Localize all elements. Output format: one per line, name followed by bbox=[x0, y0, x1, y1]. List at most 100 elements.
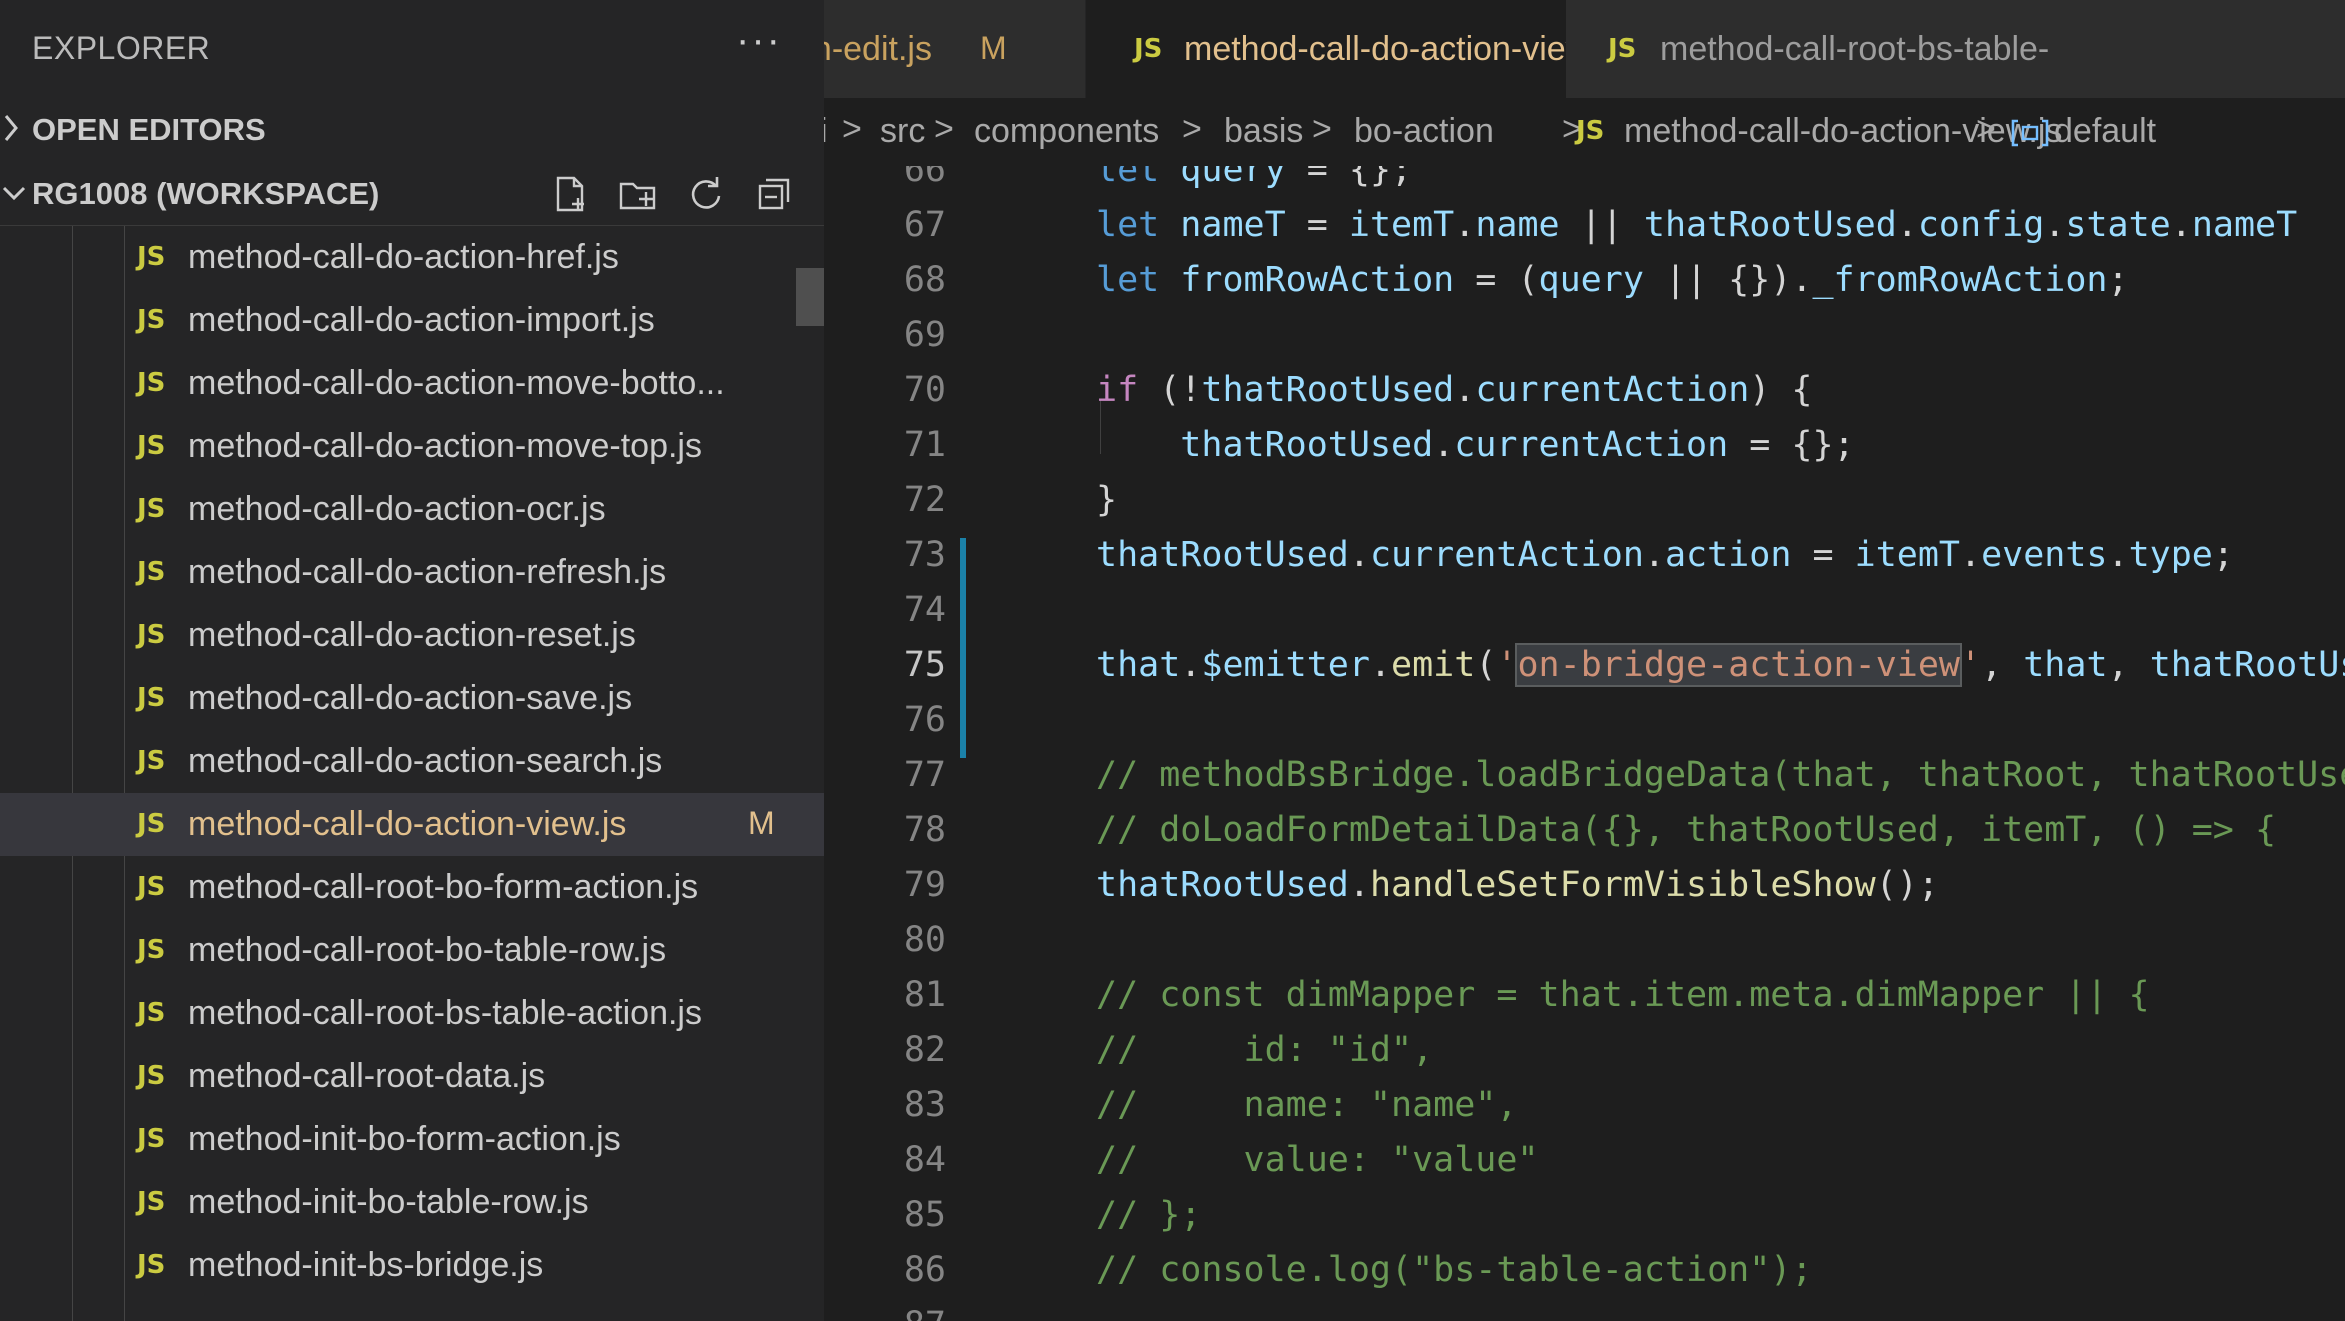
file-name: method-call-do-action-search.js bbox=[188, 742, 663, 780]
breadcrumb-separator: > bbox=[842, 110, 862, 148]
code-text: } bbox=[1096, 480, 1117, 520]
js-file-icon: JS bbox=[137, 746, 166, 776]
file-tree-item[interactable]: JS method-call-root-data.js bbox=[0, 1045, 824, 1108]
code-text: thatRootUsed.currentAction = {}; bbox=[1096, 425, 1854, 465]
code-token: // id: "id", bbox=[1096, 1030, 1434, 1070]
code-token: let bbox=[1096, 205, 1181, 245]
code-token: nameT bbox=[1180, 205, 1286, 245]
line-number: 69 bbox=[903, 315, 946, 355]
workspace-actions bbox=[548, 172, 796, 216]
file-tree-item[interactable]: JS method-call-do-action-move-botto... bbox=[0, 352, 824, 415]
code-token: // console.log("bs-table-action"); bbox=[1096, 1250, 1813, 1290]
line-number: 80 bbox=[903, 920, 946, 960]
file-tree-item[interactable]: JS method-init-bs-bridge.js bbox=[0, 1234, 824, 1297]
line-number: 67 bbox=[903, 205, 946, 245]
code-text: // }; bbox=[1096, 1195, 1201, 1235]
js-file-icon: JS bbox=[137, 683, 166, 713]
tab-label: on-edit.js bbox=[824, 30, 932, 68]
line-number: 66 bbox=[903, 166, 946, 190]
sidebar-scrollbar-thumb[interactable] bbox=[796, 268, 824, 326]
code-line: 81 // const dimMapper = that.item.meta.di… bbox=[824, 967, 2345, 1022]
line-number: 87 bbox=[824, 1305, 946, 1321]
line-number: 71 bbox=[903, 425, 946, 465]
code-line: 70 if (!thatRootUsed.currentAction) { bbox=[824, 362, 2345, 417]
code-token: . bbox=[1369, 645, 1392, 685]
breadcrumb-item[interactable]: default bbox=[2054, 112, 2156, 151]
file-name: method-call-do-action-refresh.js bbox=[188, 553, 667, 591]
file-tree-item[interactable]: JS method-call-do-action-view.js M bbox=[0, 793, 824, 856]
file-name: method-call-do-action-move-top.js bbox=[188, 427, 702, 465]
file-tree-item[interactable]: JS method-call-root-bo-table-row.js bbox=[0, 919, 824, 982]
code-text: thatRootUsed.currentAction.action = item… bbox=[1096, 535, 2234, 575]
breadcrumb-separator: > bbox=[1976, 110, 1996, 148]
code-token: nameT bbox=[2191, 205, 2298, 245]
editor-tab[interactable]: JS method-call-root-bs-table- bbox=[1566, 0, 2345, 98]
file-tree-item[interactable]: JS method-init-bo-table-row.js bbox=[0, 1171, 824, 1234]
js-file-icon: JS bbox=[1134, 34, 1163, 64]
file-tree-item[interactable]: JS method-call-do-action-ocr.js bbox=[0, 478, 824, 541]
js-file-icon: JS bbox=[137, 431, 166, 461]
code-token: currentAction bbox=[1369, 535, 1644, 575]
code-line: 83 // name: "name", bbox=[824, 1077, 2345, 1132]
code-line: 79 thatRootUsed.handleSetFormVisibleShow(… bbox=[824, 857, 2345, 912]
file-tree-item[interactable]: JS method-call-do-action-search.js bbox=[0, 730, 824, 793]
file-tree-item[interactable]: JS method-call-do-action-import.js bbox=[0, 289, 824, 352]
code-token: that bbox=[1096, 645, 1181, 685]
line-number: 86 bbox=[903, 1250, 946, 1290]
code-token: if bbox=[1096, 370, 1139, 410]
explorer-sidebar: EXPLORER ··· OPEN EDITORS RG1008 (WORKSP… bbox=[0, 0, 824, 1321]
code-token: = bbox=[1791, 535, 1855, 575]
js-file-icon: JS bbox=[137, 1124, 166, 1154]
code-token: let bbox=[1096, 166, 1181, 190]
breadcrumb-item[interactable]: components bbox=[974, 112, 1159, 151]
code-token: . bbox=[1180, 645, 1202, 685]
line-number: 68 bbox=[903, 260, 946, 300]
code-token: _fromRowAction bbox=[1812, 260, 2108, 300]
code-line: 76 bbox=[824, 692, 2345, 747]
code-line: 85 // }; bbox=[824, 1187, 2345, 1242]
breadcrumb-item[interactable]: bo-action bbox=[1354, 112, 1494, 151]
line-number: 74 bbox=[903, 590, 946, 630]
js-file-icon: JS bbox=[137, 1061, 166, 1091]
breadcrumb-item[interactable]: src bbox=[880, 112, 925, 151]
workspace-section[interactable]: RG1008 (WORKSPACE) bbox=[0, 162, 824, 226]
breadcrumb-item[interactable]: i bbox=[824, 112, 828, 151]
refresh-icon[interactable] bbox=[684, 172, 728, 216]
code-editor[interactable]: 66 let query = {}; 67 let nameT = itemT.nam… bbox=[824, 166, 2345, 1321]
file-tree-item[interactable]: JS method-init-bo-form-action.js bbox=[0, 1108, 824, 1171]
js-file-icon: JS bbox=[137, 998, 166, 1028]
file-name: method-call-do-action-import.js bbox=[188, 301, 655, 339]
more-actions-icon[interactable]: ··· bbox=[736, 20, 780, 68]
code-token: that bbox=[2023, 645, 2108, 685]
code-token: thatRootUsed bbox=[1643, 205, 1897, 245]
file-tree-item[interactable]: JS method-call-do-action-move-top.js bbox=[0, 415, 824, 478]
line-number: 79 bbox=[903, 865, 946, 905]
breadcrumb-item[interactable]: basis bbox=[1224, 112, 1303, 151]
code-text: // doLoadFormDetailData({}, thatRootUsed… bbox=[1096, 810, 2276, 850]
new-folder-icon[interactable] bbox=[616, 172, 660, 216]
code-token: action bbox=[1664, 535, 1792, 575]
tab-bar: on-edit.jsMJSmethod-call-do-action-view.… bbox=[824, 0, 2345, 98]
code-token: ( bbox=[1475, 645, 1497, 685]
code-token: , bbox=[1981, 645, 2024, 685]
file-tree-item[interactable]: JS method-call-root-bo-form-action.js bbox=[0, 856, 824, 919]
file-tree-item[interactable]: JS method-call-do-action-refresh.js bbox=[0, 541, 824, 604]
code-line: 86 // console.log("bs-table-action"); bbox=[824, 1242, 2345, 1297]
explorer-title: EXPLORER bbox=[32, 30, 211, 66]
file-tree-item[interactable]: JS method-call-do-action-save.js bbox=[0, 667, 824, 730]
file-tree-item[interactable]: JS method-call-root-bs-table-action.js bbox=[0, 982, 824, 1045]
code-token: } bbox=[1096, 480, 1118, 520]
js-file-icon: JS bbox=[137, 305, 166, 335]
code-line: 80 bbox=[824, 912, 2345, 967]
open-editors-section[interactable]: OPEN EDITORS bbox=[0, 98, 824, 162]
code-token: . bbox=[1896, 205, 1918, 245]
code-token: ) { bbox=[1749, 370, 1813, 410]
file-tree-item[interactable]: JS method-call-do-action-href.js bbox=[0, 226, 824, 289]
code-token: . bbox=[1959, 535, 1982, 575]
new-file-icon[interactable] bbox=[548, 172, 592, 216]
breadcrumb-item[interactable]: method-call-do-action-view.js bbox=[1624, 112, 2062, 151]
code-token: . bbox=[2044, 205, 2066, 245]
editor-tab[interactable]: on-edit.js M bbox=[824, 0, 1086, 98]
file-tree-item[interactable]: JS method-call-do-action-reset.js bbox=[0, 604, 824, 667]
collapse-all-icon[interactable] bbox=[752, 172, 796, 216]
